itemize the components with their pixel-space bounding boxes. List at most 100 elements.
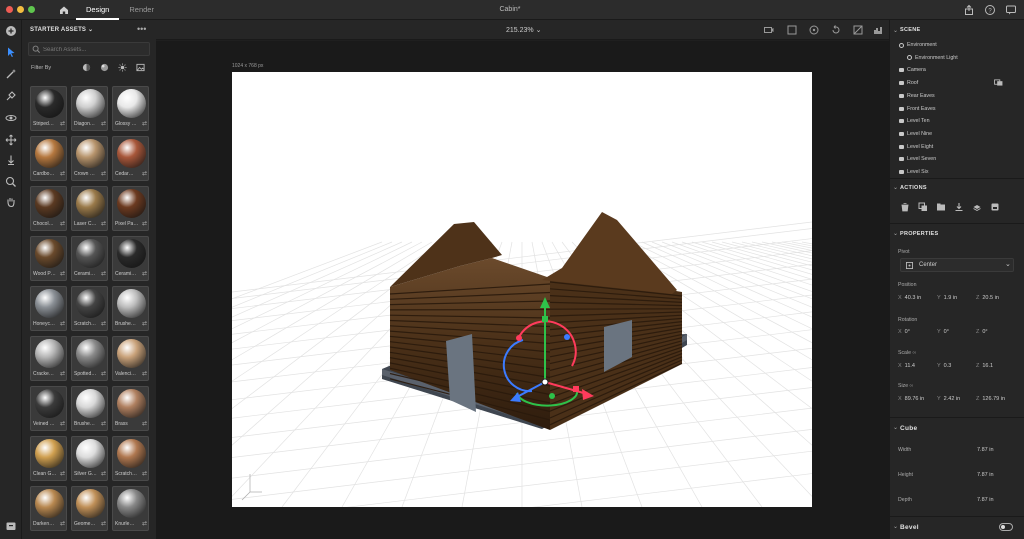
swap-icon[interactable]: ⇄ <box>101 170 106 177</box>
size-x-field[interactable]: X 89.76 in <box>898 396 924 402</box>
drop-to-ground-icon[interactable] <box>972 202 982 212</box>
asset-tile[interactable]: Glossy … ⇄ <box>112 86 149 131</box>
asset-tile[interactable]: Brushe… ⇄ <box>71 386 108 431</box>
swap-icon[interactable]: ⇄ <box>101 420 106 427</box>
swap-icon[interactable]: ⇄ <box>101 370 106 377</box>
swap-icon[interactable]: ⇄ <box>101 320 106 327</box>
select-tool-icon[interactable] <box>5 46 17 58</box>
asset-tile[interactable]: Darken… ⇄ <box>30 486 67 531</box>
asset-tile[interactable]: Brass ⇄ <box>112 386 149 431</box>
rotation-x-field[interactable]: X 0° <box>898 329 910 335</box>
frame-icon[interactable] <box>786 24 798 36</box>
histogram-icon[interactable] <box>872 24 884 36</box>
swap-icon[interactable]: ⇄ <box>101 220 106 227</box>
asset-tile[interactable]: Laser C… ⇄ <box>71 186 108 231</box>
asset-tile[interactable]: Scratch… ⇄ <box>71 286 108 331</box>
camera-bookmark-icon[interactable] <box>763 24 775 36</box>
properties-chevron-icon[interactable]: ⌄ <box>893 230 898 237</box>
swap-icon[interactable]: ⇄ <box>60 170 65 177</box>
download-icon[interactable] <box>954 202 964 212</box>
swap-icon[interactable]: ⇄ <box>60 220 65 227</box>
scene-item[interactable]: Environment <box>899 42 937 48</box>
swap-icon[interactable]: ⇄ <box>142 520 147 527</box>
asset-tile[interactable]: Veined … ⇄ <box>30 386 67 431</box>
scene-item[interactable]: Roof <box>899 80 918 86</box>
add-icon[interactable] <box>5 25 17 37</box>
link-proportions-icon[interactable]: ∞ <box>910 383 914 389</box>
bevel-chevron-icon[interactable]: ⌄ <box>893 523 898 530</box>
asset-tile[interactable]: Knurle… ⇄ <box>112 486 149 531</box>
asset-tile[interactable]: Scratch… ⇄ <box>112 436 149 481</box>
swap-icon[interactable]: ⇄ <box>101 520 106 527</box>
asset-tile[interactable]: Clean G… ⇄ <box>30 436 67 481</box>
swap-icon[interactable]: ⇄ <box>60 470 65 477</box>
zoom-icon[interactable] <box>5 176 17 188</box>
swap-icon[interactable]: ⇄ <box>142 370 147 377</box>
asset-tile[interactable]: Striped… ⇄ <box>30 86 67 131</box>
filter-materials-icon[interactable] <box>82 63 91 72</box>
filter-models-icon[interactable] <box>100 63 109 72</box>
asset-tile[interactable]: Crown … ⇄ <box>71 136 108 181</box>
pan-icon[interactable] <box>5 134 17 146</box>
position-y-field[interactable]: Y 1.9 in <box>937 295 957 301</box>
rotation-z-field[interactable]: Z 0° <box>976 329 988 335</box>
search-input[interactable] <box>43 44 143 55</box>
asset-tile[interactable]: Chocol… ⇄ <box>30 186 67 231</box>
feedback-icon[interactable] <box>1005 4 1017 16</box>
swap-icon[interactable]: ⇄ <box>142 270 147 277</box>
render-canvas[interactable] <box>232 72 812 507</box>
asset-tile[interactable]: Cedar… ⇄ <box>112 136 149 181</box>
swap-icon[interactable]: ⇄ <box>142 120 147 127</box>
rotation-y-field[interactable]: Y 0° <box>937 329 949 335</box>
scene-item[interactable]: Rear Eaves <box>899 93 935 99</box>
link-icon[interactable] <box>994 79 1003 86</box>
swap-icon[interactable]: ⇄ <box>60 320 65 327</box>
asset-tile[interactable]: Geome… ⇄ <box>71 486 108 531</box>
magic-wand-icon[interactable] <box>5 68 17 80</box>
hand-icon[interactable] <box>5 196 17 208</box>
cube-depth-value[interactable]: 7.87 in <box>977 497 994 503</box>
pivot-select[interactable]: Center ⌄ <box>900 258 1014 272</box>
swap-icon[interactable]: ⇄ <box>142 470 147 477</box>
asset-tile[interactable]: Spotted… ⇄ <box>71 336 108 381</box>
swap-icon[interactable]: ⇄ <box>142 220 147 227</box>
asset-tile[interactable]: Honeyc… ⇄ <box>30 286 67 331</box>
minimize-window-button[interactable] <box>17 6 24 13</box>
tab-render[interactable]: Render <box>119 0 164 20</box>
scale-z-field[interactable]: Z 16.1 <box>976 363 993 369</box>
bevel-toggle[interactable] <box>999 523 1013 531</box>
actions-chevron-icon[interactable]: ⌄ <box>893 184 898 191</box>
asset-tile[interactable]: Brushe… ⇄ <box>112 286 149 331</box>
tab-design[interactable]: Design <box>76 0 120 20</box>
swap-icon[interactable]: ⇄ <box>60 270 65 277</box>
asset-tile[interactable]: Cracke… ⇄ <box>30 336 67 381</box>
paint-icon[interactable] <box>990 202 1000 212</box>
swap-icon[interactable]: ⇄ <box>60 420 65 427</box>
size-y-field[interactable]: Y 2.42 in <box>937 396 960 402</box>
asset-tile[interactable]: Diagon… ⇄ <box>71 86 108 131</box>
scene-item[interactable]: Level Seven <box>899 156 936 162</box>
filter-lights-icon[interactable] <box>118 63 127 72</box>
render-preview-icon[interactable] <box>852 24 864 36</box>
scene-item[interactable]: Level Ten <box>899 118 930 124</box>
help-icon[interactable]: ? <box>984 4 996 16</box>
asset-tile[interactable]: Wood P… ⇄ <box>30 236 67 281</box>
asset-tile[interactable]: Pixel Pa… ⇄ <box>112 186 149 231</box>
cube-height-value[interactable]: 7.87 in <box>977 472 994 478</box>
size-z-field[interactable]: Z 126.79 in <box>976 396 1005 402</box>
dolly-icon[interactable] <box>5 154 17 166</box>
zoom-dropdown[interactable]: 215.23% ⌄ <box>506 26 541 34</box>
scene-item[interactable]: Level Eight <box>899 144 933 150</box>
zoom-window-button[interactable] <box>28 6 35 13</box>
swap-icon[interactable]: ⇄ <box>142 420 147 427</box>
scene-item[interactable]: Level Six <box>899 169 929 175</box>
scene-item[interactable]: Camera <box>899 67 926 73</box>
asset-tile[interactable]: Cardbo… ⇄ <box>30 136 67 181</box>
swap-icon[interactable]: ⇄ <box>60 120 65 127</box>
swap-icon[interactable]: ⇄ <box>101 270 106 277</box>
group-icon[interactable] <box>936 202 946 212</box>
orbit-icon[interactable] <box>5 112 17 124</box>
sample-material-icon[interactable] <box>5 90 17 102</box>
share-icon[interactable] <box>963 4 975 16</box>
library-icon[interactable] <box>5 520 17 532</box>
